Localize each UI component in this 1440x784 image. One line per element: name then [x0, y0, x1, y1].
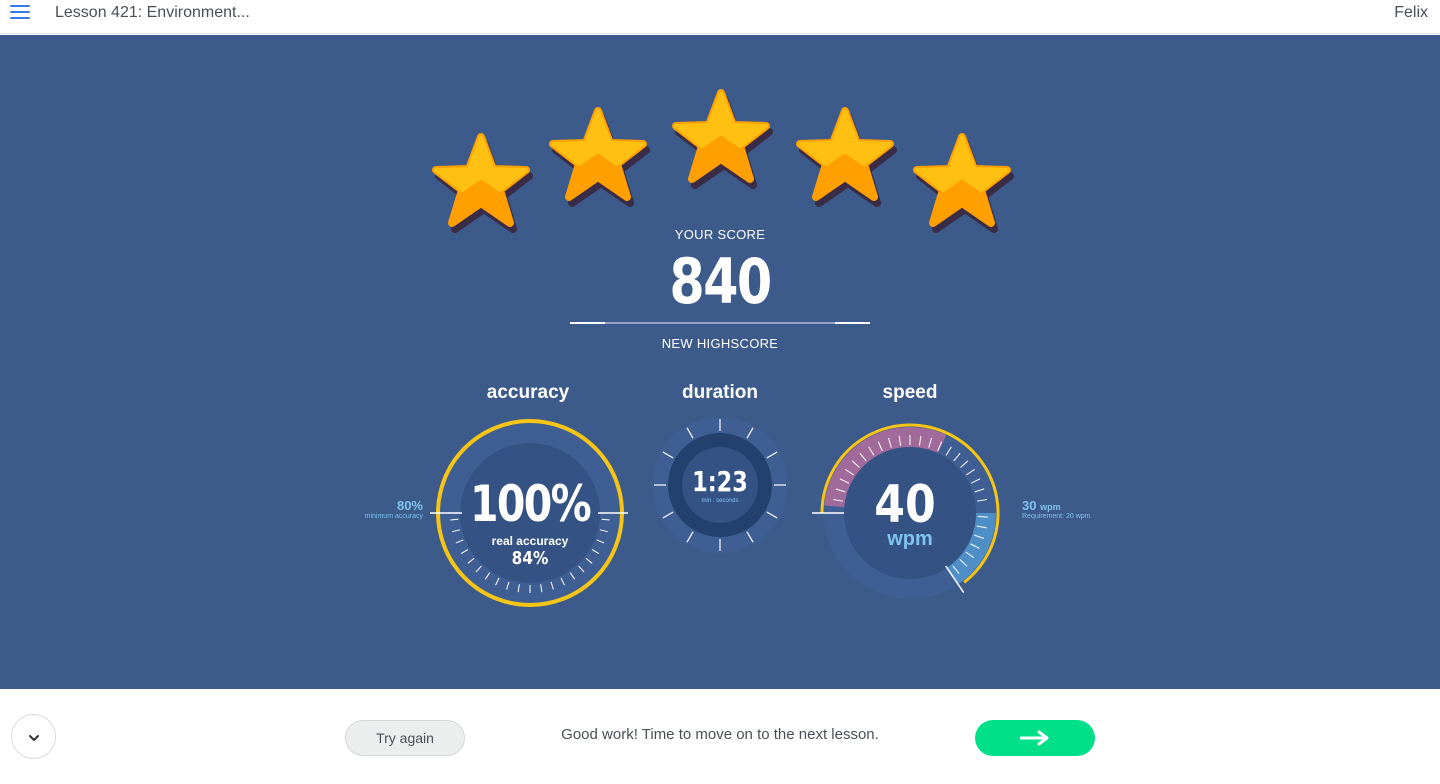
collapse-button[interactable]: [11, 714, 56, 759]
speed-requirement: Requirement: 20 wpm: [1022, 513, 1091, 520]
star-icon: [432, 133, 533, 233]
highscore-label: NEW HIGHSCORE: [661, 336, 779, 351]
star-icon: [549, 107, 650, 207]
duration-value: 1:23: [692, 465, 748, 498]
next-lesson-button[interactable]: [975, 720, 1095, 756]
user-name[interactable]: Felix: [1394, 4, 1428, 22]
duration-title: duration: [682, 382, 758, 403]
results-panel: YOUR SCORE 840 NEW HIGHSCORE accuracy 80…: [0, 35, 1440, 689]
accuracy-title: accuracy: [486, 382, 570, 403]
speed-value: 40: [874, 475, 936, 535]
star-icon: [672, 89, 773, 189]
score-divider: [570, 322, 870, 324]
lesson-title: Lesson 421: Environment...: [55, 4, 250, 21]
score-value: 840: [669, 245, 772, 318]
speed-target-unit: wpm: [1040, 502, 1061, 512]
completion-message: Good work! Time to move on to the next l…: [561, 726, 879, 743]
accuracy-minimum-value: 80%: [396, 498, 423, 513]
hamburger-menu-icon[interactable]: [10, 5, 30, 21]
star-icon: [913, 133, 1014, 233]
real-accuracy-value: 84%: [511, 548, 549, 569]
real-accuracy-label: real accuracy: [491, 534, 569, 548]
top-bar: Lesson 421: Environment... Felix: [0, 0, 1440, 34]
star-icon: [796, 107, 897, 207]
accuracy-value: 100%: [469, 475, 592, 533]
score-label: YOUR SCORE: [674, 227, 766, 242]
speed-target-value: 30: [1022, 498, 1037, 513]
star-rating: [0, 35, 1440, 235]
duration-unit: min : seconds: [701, 498, 739, 504]
accuracy-minimum-note: 80% minimum accuracy: [340, 498, 423, 520]
chevron-down-icon: [29, 735, 39, 741]
try-again-button[interactable]: Try again: [345, 720, 465, 756]
speed-target-note: 30 wpm Requirement: 20 wpm: [1022, 498, 1112, 520]
speed-title: speed: [882, 382, 938, 403]
arrow-right-icon: [1020, 730, 1049, 746]
speed-unit: wpm: [887, 528, 933, 550]
bottom-bar: Try again Good work! Time to move on to …: [0, 689, 1440, 784]
accuracy-minimum-label: minimum accuracy: [364, 513, 423, 520]
